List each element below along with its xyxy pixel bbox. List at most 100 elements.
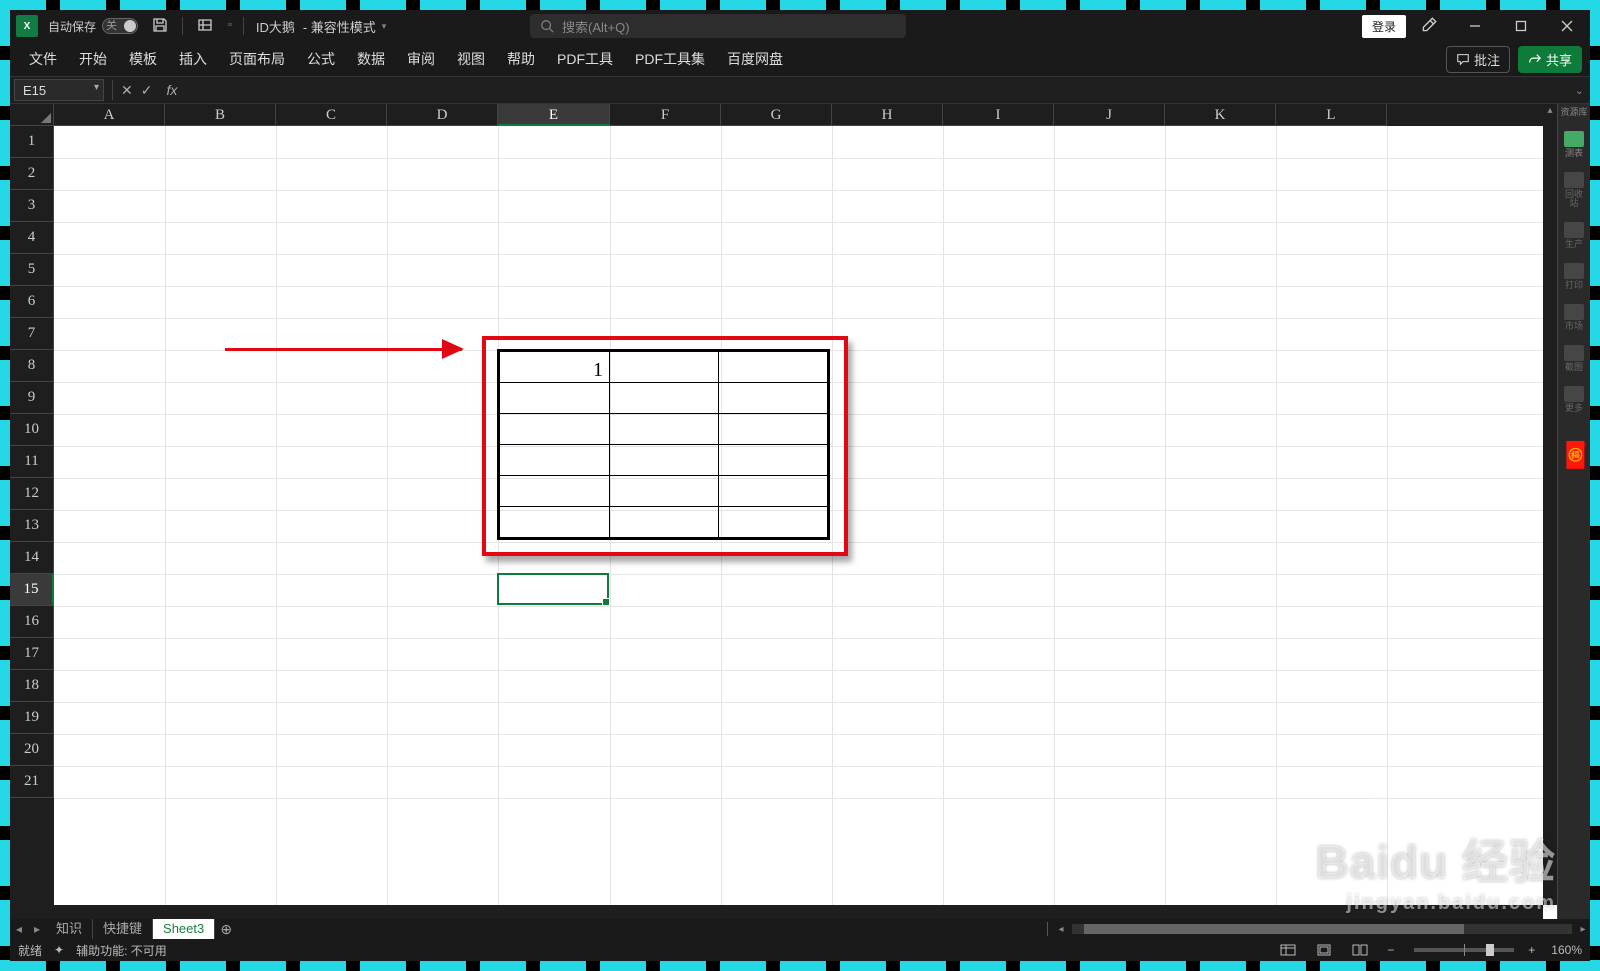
- gift-icon[interactable]: 🧧: [1560, 440, 1592, 471]
- toggle-switch[interactable]: 关: [102, 18, 138, 34]
- scroll-thumb[interactable]: [1084, 924, 1464, 934]
- col-header-B[interactable]: B: [165, 104, 276, 126]
- autosave-toggle[interactable]: 自动保存 关: [48, 18, 138, 35]
- eyedropper-icon[interactable]: [1420, 16, 1438, 37]
- ribbon-tab-审阅[interactable]: 审阅: [396, 42, 446, 76]
- normal-view-icon[interactable]: [1275, 942, 1301, 958]
- ribbon-tab-帮助[interactable]: 帮助: [496, 42, 546, 76]
- chevron-down-icon[interactable]: ▾: [382, 21, 387, 32]
- scroll-up-icon[interactable]: ▴: [1543, 104, 1557, 118]
- row-header-10[interactable]: 10: [10, 414, 54, 446]
- row-header-19[interactable]: 19: [10, 702, 54, 734]
- col-header-J[interactable]: J: [1054, 104, 1165, 126]
- cells-area[interactable]: 1: [54, 126, 1543, 905]
- row-header-2[interactable]: 2: [10, 158, 54, 190]
- ribbon-tab-百度网盘[interactable]: 百度网盘: [716, 42, 794, 76]
- col-header-E[interactable]: E: [498, 104, 610, 126]
- accessibility-icon[interactable]: ✦: [54, 943, 64, 957]
- col-header-I[interactable]: I: [943, 104, 1054, 126]
- search-box[interactable]: 搜索(Alt+Q): [530, 14, 906, 38]
- row-header-7[interactable]: 7: [10, 318, 54, 350]
- zoom-out-button[interactable]: −: [1387, 943, 1394, 957]
- row-header-4[interactable]: 4: [10, 222, 54, 254]
- col-header-G[interactable]: G: [721, 104, 832, 126]
- ribbon-tab-公式[interactable]: 公式: [296, 42, 346, 76]
- col-header-D[interactable]: D: [387, 104, 498, 126]
- formula-input[interactable]: [177, 79, 1590, 101]
- cell-E9[interactable]: [500, 383, 610, 414]
- share-button[interactable]: 共享: [1518, 46, 1582, 73]
- sheet-nav-prev-icon[interactable]: ◂: [10, 922, 28, 936]
- side-panel-item-3[interactable]: 打印: [1561, 263, 1587, 290]
- worksheet[interactable]: ABCDEFGHIJKL 123456789101112131415161718…: [10, 104, 1557, 919]
- cell-E12[interactable]: [500, 476, 610, 507]
- comments-button[interactable]: 批注: [1446, 46, 1510, 73]
- sheet-tab-快捷键[interactable]: 快捷键: [93, 919, 153, 939]
- cell-F9[interactable]: [610, 383, 719, 414]
- side-panel-item-4[interactable]: 市场: [1561, 304, 1587, 331]
- cell-F11[interactable]: [610, 445, 719, 476]
- ribbon-tab-PDF工具集[interactable]: PDF工具集: [624, 42, 716, 76]
- cell-E8[interactable]: 1: [500, 352, 610, 383]
- side-panel-item-2[interactable]: 生产: [1561, 222, 1587, 249]
- ribbon-tab-页面布局[interactable]: 页面布局: [218, 42, 296, 76]
- page-layout-view-icon[interactable]: [1311, 942, 1337, 958]
- ribbon-tab-PDF工具[interactable]: PDF工具: [546, 42, 624, 76]
- export-icon[interactable]: [197, 17, 213, 36]
- col-header-F[interactable]: F: [610, 104, 721, 126]
- row-header-21[interactable]: 21: [10, 766, 54, 798]
- page-break-view-icon[interactable]: [1347, 942, 1373, 958]
- cell-E13[interactable]: [500, 507, 610, 538]
- bordered-table[interactable]: 1: [497, 349, 830, 540]
- row-header-17[interactable]: 17: [10, 638, 54, 670]
- cell-F10[interactable]: [610, 414, 719, 445]
- cell-G8[interactable]: [719, 352, 828, 383]
- sheet-tab-知识[interactable]: 知识: [46, 919, 93, 939]
- row-header-18[interactable]: 18: [10, 670, 54, 702]
- minimize-button[interactable]: [1452, 10, 1498, 42]
- close-button[interactable]: [1544, 10, 1590, 42]
- ribbon-tab-文件[interactable]: 文件: [18, 42, 68, 76]
- save-icon[interactable]: [152, 17, 168, 36]
- col-header-C[interactable]: C: [276, 104, 387, 126]
- cell-G9[interactable]: [719, 383, 828, 414]
- col-header-K[interactable]: K: [1165, 104, 1276, 126]
- zoom-in-button[interactable]: +: [1528, 943, 1535, 957]
- col-header-A[interactable]: A: [54, 104, 165, 126]
- add-sheet-button[interactable]: ⊕: [215, 921, 237, 938]
- chevron-down-icon[interactable]: ▾: [94, 82, 99, 93]
- cell-F12[interactable]: [610, 476, 719, 507]
- side-panel-item-6[interactable]: 更多: [1561, 386, 1587, 413]
- fx-icon[interactable]: fx: [166, 82, 177, 98]
- row-header-20[interactable]: 20: [10, 734, 54, 766]
- zoom-value[interactable]: 160%: [1551, 943, 1582, 957]
- cell-F8[interactable]: [610, 352, 719, 383]
- row-header-6[interactable]: 6: [10, 286, 54, 318]
- zoom-knob[interactable]: [1486, 944, 1494, 956]
- row-header-11[interactable]: 11: [10, 446, 54, 478]
- ribbon-tab-开始[interactable]: 开始: [68, 42, 118, 76]
- vertical-scrollbar[interactable]: ▴: [1543, 104, 1557, 905]
- name-box[interactable]: E15 ▾: [14, 79, 104, 101]
- row-header-1[interactable]: 1: [10, 126, 54, 158]
- col-header-H[interactable]: H: [832, 104, 943, 126]
- row-header-14[interactable]: 14: [10, 542, 54, 574]
- qat-dropdown-icon[interactable]: ⁼: [227, 20, 233, 33]
- row-header-15[interactable]: 15: [10, 574, 54, 606]
- cell-E10[interactable]: [500, 414, 610, 445]
- expand-formula-icon[interactable]: ⌄: [1575, 84, 1584, 97]
- cell-G12[interactable]: [719, 476, 828, 507]
- scroll-left-icon[interactable]: ◂: [1054, 924, 1068, 935]
- cancel-icon[interactable]: ✕: [121, 82, 133, 99]
- login-button[interactable]: 登录: [1362, 15, 1406, 38]
- cell-G13[interactable]: [719, 507, 828, 538]
- side-panel-item-1[interactable]: 回收站: [1561, 172, 1587, 208]
- row-header-16[interactable]: 16: [10, 606, 54, 638]
- ribbon-tab-模板[interactable]: 模板: [118, 42, 168, 76]
- ribbon-tab-数据[interactable]: 数据: [346, 42, 396, 76]
- col-header-L[interactable]: L: [1276, 104, 1387, 126]
- maximize-button[interactable]: [1498, 10, 1544, 42]
- ribbon-tab-视图[interactable]: 视图: [446, 42, 496, 76]
- row-header-3[interactable]: 3: [10, 190, 54, 222]
- side-panel-item-0[interactable]: 测表: [1561, 131, 1587, 158]
